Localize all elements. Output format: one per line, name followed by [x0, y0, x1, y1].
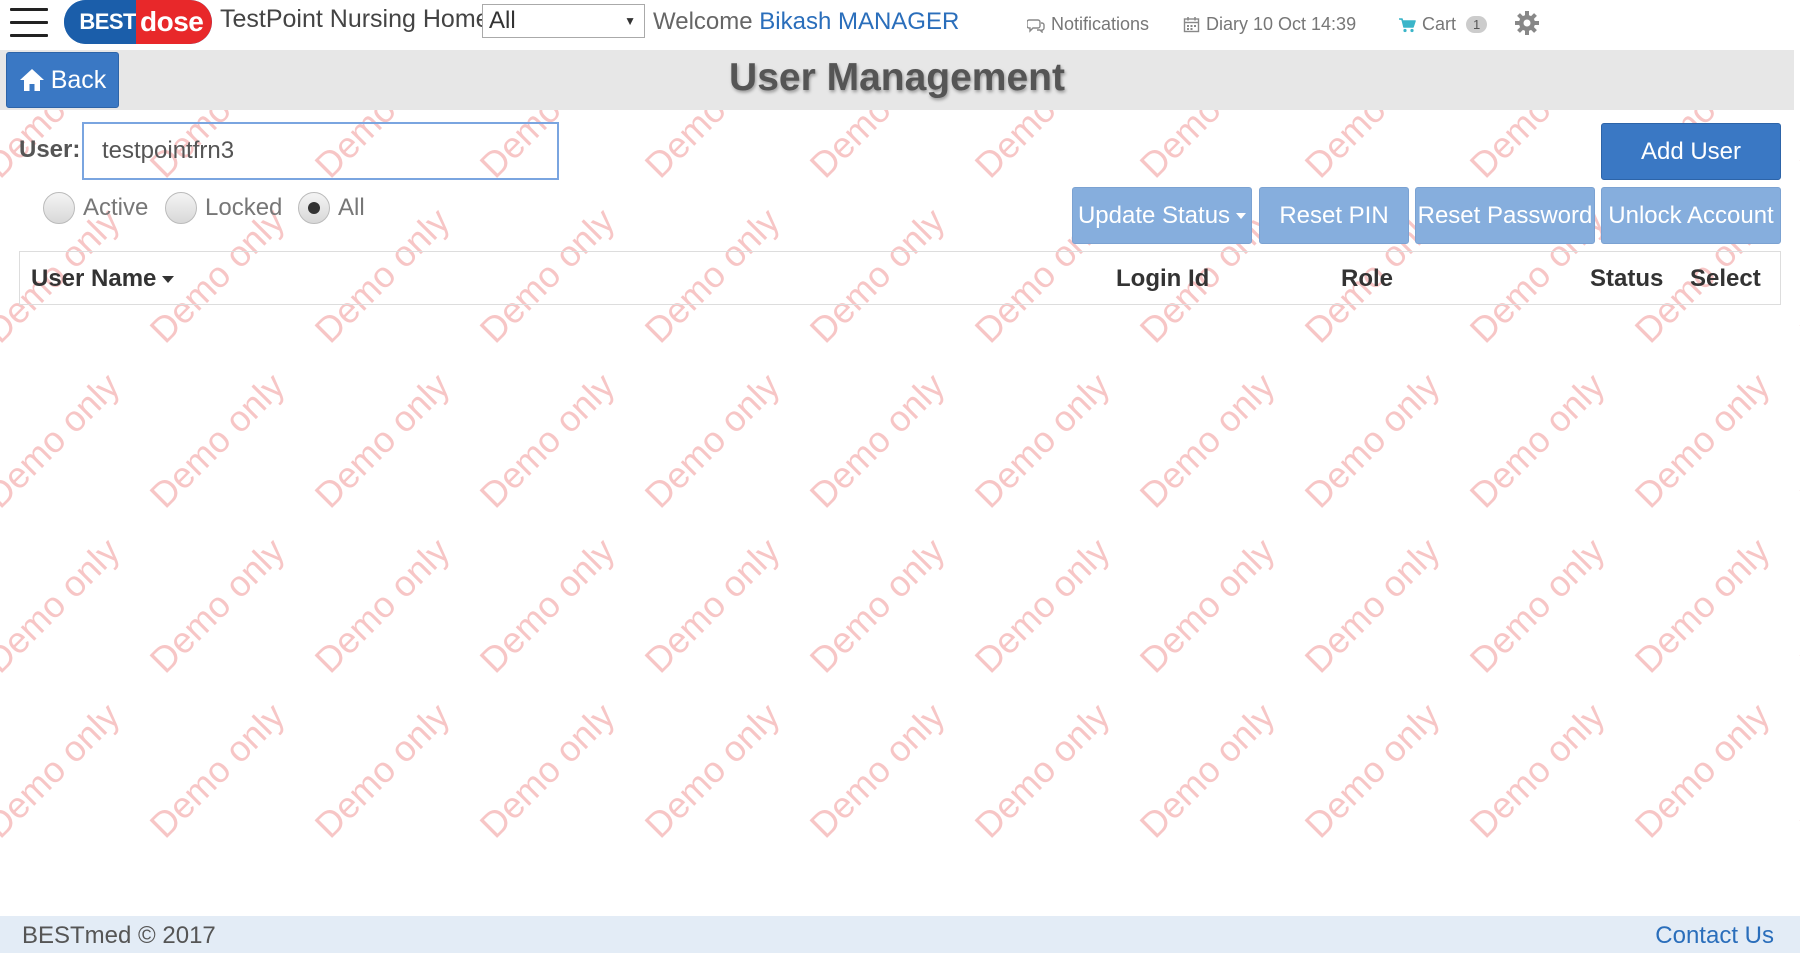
cart-link[interactable]: Cart 1: [1398, 14, 1488, 35]
cart-count-badge: 1: [1466, 16, 1488, 33]
watermark-text: Demo only: [1792, 530, 1800, 681]
reset-password-label: Reset Password: [1417, 201, 1593, 229]
back-button-label: Back: [50, 65, 107, 94]
watermark-text: Demo only: [802, 530, 953, 681]
notifications-label: Notifications: [1051, 14, 1150, 34]
footer-copyright: BESTmed © 2017: [22, 922, 216, 949]
reset-pin-label: Reset PIN: [1279, 201, 1389, 229]
watermark-text: Demo only: [1462, 365, 1613, 516]
cart-label: Cart: [1422, 14, 1457, 34]
radio-all-label: All: [338, 194, 365, 221]
radio-all-button[interactable]: [298, 192, 330, 224]
comments-icon: [1027, 18, 1045, 33]
radio-locked-button[interactable]: [165, 192, 197, 224]
logo-text-dose: dose: [136, 0, 212, 44]
watermark-text: Demo only: [1297, 530, 1448, 681]
column-header-status[interactable]: Status: [1590, 265, 1663, 293]
watermark-text: Demo only: [1792, 200, 1800, 351]
user-filter-label: User:: [19, 136, 81, 163]
welcome-text: Welcome: [653, 8, 753, 35]
watermark-text: Demo only: [307, 695, 458, 846]
diary-link[interactable]: Diary 10 Oct 14:39: [1183, 14, 1356, 35]
watermark-text: Demo only: [307, 365, 458, 516]
watermark-text: Demo only: [1297, 365, 1448, 516]
watermark-text: Demo only: [472, 365, 623, 516]
facility-filter-value: All: [489, 7, 516, 34]
watermark-text: Demo only: [142, 530, 293, 681]
page-footer: BESTmed © 2017 Contact Us: [0, 916, 1800, 953]
hamburger-menu-icon[interactable]: [10, 8, 48, 38]
watermark-text: Demo only: [802, 365, 953, 516]
radio-all[interactable]: All: [298, 192, 365, 224]
update-status-dropdown-button[interactable]: Update Status: [1072, 187, 1252, 244]
radio-active-button[interactable]: [43, 192, 75, 224]
radio-active[interactable]: Active: [43, 192, 148, 224]
page-title: User Management: [729, 56, 1065, 99]
watermark-text: Demo only: [1132, 695, 1283, 846]
reset-password-button[interactable]: Reset Password: [1415, 187, 1595, 244]
watermark-text: Demo only: [637, 530, 788, 681]
watermark-text: Demo only: [967, 530, 1118, 681]
add-user-button[interactable]: Add User: [1601, 123, 1781, 180]
welcome-message: Welcome Bikash MANAGER: [653, 8, 959, 36]
column-header-login-id[interactable]: Login Id: [1116, 265, 1209, 293]
watermark-text: Demo only: [1132, 365, 1283, 516]
facility-name: TestPoint Nursing Home: [220, 5, 490, 33]
watermark-text: Demo only: [307, 530, 458, 681]
column-header-role[interactable]: Role: [1341, 265, 1393, 293]
users-table-header: User Name Login Id Role Status Select: [19, 251, 1781, 305]
watermark-text: Demo only: [1792, 695, 1800, 846]
home-icon: [19, 69, 44, 91]
watermark-text: Demo only: [637, 365, 788, 516]
sort-caret-down-icon: [162, 276, 175, 284]
reset-pin-button[interactable]: Reset PIN: [1259, 187, 1409, 244]
watermark-text: Demo only: [1792, 365, 1800, 516]
watermark-text: Demo only: [1627, 530, 1778, 681]
watermark-text: Demo only: [1462, 695, 1613, 846]
chevron-down-icon: ▼: [624, 14, 636, 28]
contact-us-link[interactable]: Contact Us: [1655, 922, 1774, 950]
radio-locked-label: Locked: [205, 194, 283, 221]
watermark-text: Demo only: [1627, 695, 1778, 846]
watermark-text: Demo only: [637, 695, 788, 846]
column-header-user-name[interactable]: User Name: [31, 265, 175, 293]
facility-filter-select[interactable]: All ▼: [482, 4, 645, 38]
page-title-bar: User Management Back: [0, 50, 1794, 110]
add-user-label: Add User: [1640, 137, 1742, 165]
update-status-label: Update Status: [1077, 201, 1231, 229]
watermark-text: Demo only: [1297, 695, 1448, 846]
watermark-text: Demo only: [0, 365, 127, 516]
shopping-cart-icon: [1399, 17, 1416, 32]
back-button[interactable]: Back: [6, 52, 119, 108]
watermark-text: Demo only: [1462, 530, 1613, 681]
settings-gear-icon[interactable]: [1514, 10, 1540, 36]
calendar-icon: [1183, 17, 1200, 33]
unlock-account-button[interactable]: Unlock Account: [1601, 187, 1781, 244]
radio-active-label: Active: [83, 194, 149, 221]
watermark-text: Demo only: [802, 695, 953, 846]
top-navbar: BEST dose TestPoint Nursing Home All ▼ W…: [0, 0, 1800, 50]
column-header-select[interactable]: Select: [1690, 265, 1761, 293]
watermark-text: Demo only: [967, 365, 1118, 516]
watermark-text: Demo only: [472, 530, 623, 681]
notifications-link[interactable]: Notifications: [1027, 14, 1149, 35]
watermark-text: Demo only: [142, 695, 293, 846]
welcome-user-name[interactable]: Bikash MANAGER: [759, 8, 959, 35]
watermark-text: Demo only: [0, 530, 127, 681]
user-search-input[interactable]: [82, 122, 559, 180]
watermark-text: Demo only: [1627, 365, 1778, 516]
column-user-name-label: User Name: [31, 265, 157, 292]
watermark-text: Demo only: [472, 695, 623, 846]
caret-down-icon: [1236, 212, 1247, 219]
watermark-text: Demo only: [1132, 530, 1283, 681]
radio-locked[interactable]: Locked: [165, 192, 282, 224]
watermark-text: Demo only: [142, 365, 293, 516]
unlock-account-label: Unlock Account: [1608, 201, 1774, 229]
bestdose-logo[interactable]: BEST dose: [64, 0, 212, 44]
watermark-text: Demo only: [0, 695, 127, 846]
watermark-text: Demo only: [967, 695, 1118, 846]
diary-label: Diary 10 Oct 14:39: [1206, 14, 1357, 34]
logo-text-best: BEST: [64, 0, 137, 44]
